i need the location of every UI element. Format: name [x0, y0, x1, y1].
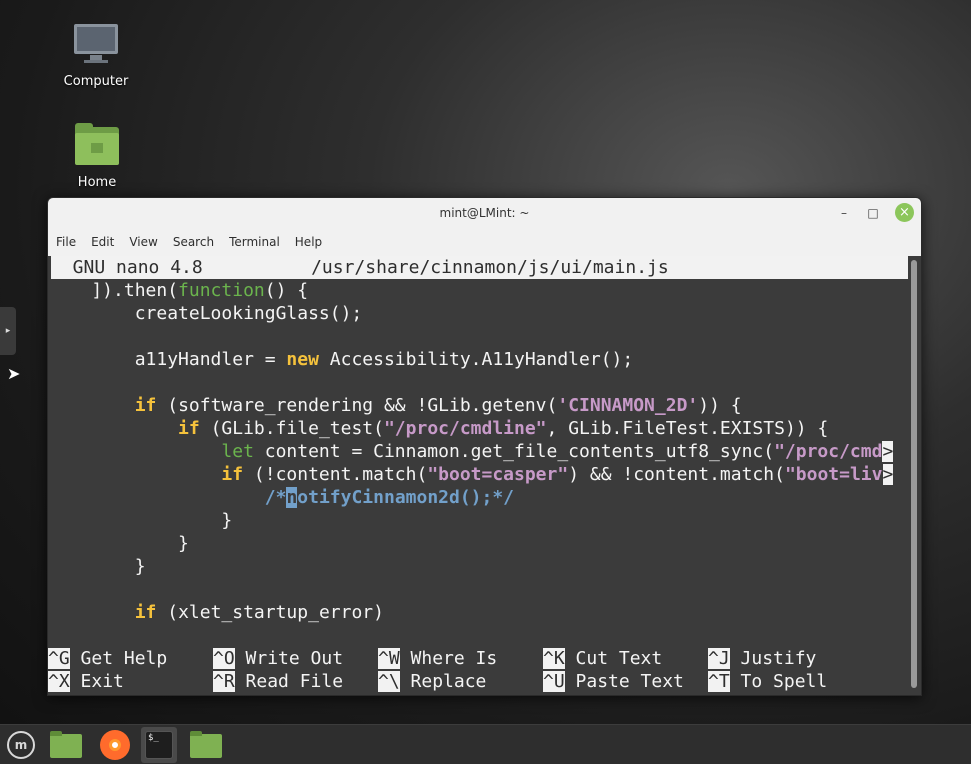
menu-help[interactable]: Help	[295, 235, 322, 249]
shortcut-justify[interactable]: ^J Justify	[708, 647, 816, 670]
launcher-firefox[interactable]	[97, 727, 133, 763]
code-line: }	[48, 556, 146, 577]
code-line: if (GLib.file_test("/proc/cmdline", GLib…	[178, 418, 829, 439]
shortcut-cut-text[interactable]: ^K Cut Text	[543, 647, 662, 670]
close-button[interactable]: ×	[895, 203, 914, 222]
text-cursor: n	[286, 487, 298, 508]
menu-edit[interactable]: Edit	[91, 235, 114, 249]
desktop-icon-computer[interactable]: Computer	[46, 22, 146, 89]
code-line: a11yHandler = new Accessibility.A11yHand…	[48, 349, 634, 370]
taskbar-folder[interactable]	[188, 727, 224, 763]
code-line: }	[48, 533, 189, 554]
truncation-marker: >	[882, 464, 894, 485]
mint-menu-icon: m	[7, 731, 35, 759]
truncation-marker: >	[882, 441, 894, 462]
menu-file[interactable]: File	[56, 235, 76, 249]
firefox-icon	[100, 730, 130, 760]
terminal-scrollbar[interactable]	[908, 256, 921, 693]
shortcut-paste-text[interactable]: ^U Paste Text	[543, 670, 684, 693]
shortcut-write-out[interactable]: ^O Write Out	[213, 647, 343, 670]
shortcut-get-help[interactable]: ^G Get Help	[48, 647, 167, 670]
desktop-icon-home[interactable]: Home	[47, 123, 147, 190]
computer-icon	[72, 22, 120, 68]
menu-search[interactable]: Search	[173, 235, 214, 249]
shortcut-replace[interactable]: ^\ Replace	[378, 670, 486, 693]
menu-terminal[interactable]: Terminal	[229, 235, 280, 249]
window-titlebar[interactable]: mint@LMint: ~ – □ ×	[48, 198, 921, 228]
nano-header: GNU nano 4.8 /usr/share/cinnamon/js/ui/m…	[51, 256, 908, 279]
code-line: }	[48, 510, 233, 531]
terminal-window: mint@LMint: ~ – □ × File Edit View Searc…	[47, 197, 922, 696]
terminal-content[interactable]: GNU nano 4.8 /usr/share/cinnamon/js/ui/m…	[48, 256, 908, 693]
shortcut-where-is[interactable]: ^W Where Is	[378, 647, 497, 670]
shortcut-read-file[interactable]: ^R Read File	[213, 670, 343, 693]
code-line: if (!content.match("boot=casper") && !co…	[221, 464, 894, 485]
code-line: let content = Cinnamon.get_file_contents…	[221, 441, 894, 462]
minimize-button[interactable]: –	[834, 203, 854, 223]
shortcut-exit[interactable]: ^X Exit	[48, 670, 124, 693]
window-title: mint@LMint: ~	[439, 206, 530, 220]
menubar: File Edit View Search Terminal Help	[48, 228, 921, 256]
terminal-icon: $_	[145, 731, 173, 759]
code-line: createLookingGlass();	[48, 303, 363, 324]
home-folder-icon	[73, 123, 121, 169]
mouse-pointer-icon: ➤	[7, 364, 21, 383]
taskbar-terminal-window[interactable]: $_	[141, 727, 177, 763]
code-line: if (xlet_startup_error)	[134, 602, 384, 623]
desktop-icon-label: Computer	[63, 74, 129, 89]
shortcut-to-spell[interactable]: ^T To Spell	[708, 670, 827, 693]
menu-view[interactable]: View	[129, 235, 157, 249]
mint-menu-button[interactable]: m	[3, 727, 39, 763]
maximize-button[interactable]: □	[863, 203, 883, 223]
desktop-icon-label: Home	[77, 175, 117, 190]
launcher-files[interactable]	[48, 727, 84, 763]
code-line: ]).then(function() {	[48, 280, 309, 301]
taskbar: m $_	[0, 724, 971, 764]
panel-edge-handle[interactable]: ▸	[0, 307, 16, 355]
scrollbar-thumb[interactable]	[911, 260, 917, 688]
code-line: /*notifyCinnamon2d();*/	[264, 487, 515, 508]
code-line: if (software_rendering && !GLib.getenv('…	[134, 395, 742, 416]
